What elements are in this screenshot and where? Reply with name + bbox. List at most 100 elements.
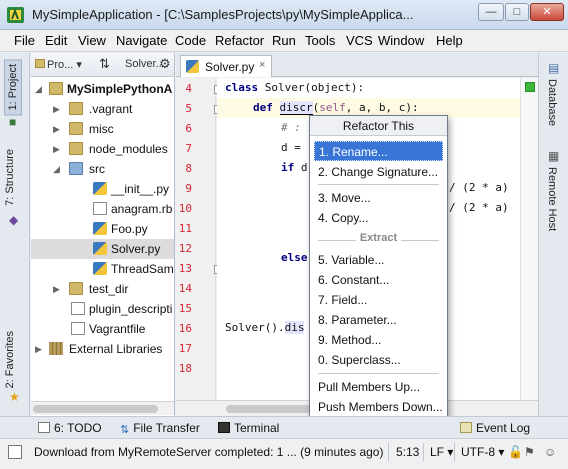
project-view-icon <box>35 59 45 68</box>
menu-refactor[interactable]: Refactor <box>215 33 264 48</box>
line-number: 9 <box>185 182 192 195</box>
menu-view[interactable]: View <box>78 33 106 48</box>
remote-host-tool-tab[interactable]: Remote Host <box>546 167 558 231</box>
pull-members-up-menu-item[interactable]: Pull Members Up... <box>314 377 443 397</box>
todo-icon <box>38 422 50 433</box>
menu-help[interactable]: Help <box>436 33 463 48</box>
tree-item-external-libraries[interactable]: ▶ External Libraries <box>31 339 174 359</box>
todo-tool-tab[interactable]: 6: TODO <box>38 421 102 435</box>
vcs-icon[interactable]: ⚑ <box>524 445 535 459</box>
tree-item-test-dir[interactable]: ▶ test_dir <box>31 279 174 299</box>
menu-file[interactable]: File <box>14 33 35 48</box>
extract-method-menu-item[interactable]: 9. Method... <box>314 330 443 350</box>
line-number: 13 <box>178 262 192 275</box>
code-text: Solver(object): <box>258 81 365 94</box>
project-horizontal-scrollbar[interactable] <box>31 401 174 415</box>
status-divider <box>388 443 389 461</box>
menu-tools[interactable]: Tools <box>305 33 335 48</box>
encoding-label: UTF-8 <box>461 445 495 459</box>
minimize-button[interactable]: — <box>478 3 504 21</box>
terminal-tool-tab[interactable]: Terminal <box>218 421 279 435</box>
collapse-arrow-icon[interactable]: ▶ <box>53 139 63 159</box>
database-icon: ▤ <box>548 61 560 75</box>
project-tool-tab[interactable]: 1: Project <box>4 59 22 116</box>
favorites-tool-tab[interactable]: 2: Favorites <box>4 331 16 388</box>
tree-item-anagram-rb[interactable]: anagram.rb <box>31 199 174 219</box>
change-signature-menu-item[interactable]: 2. Change Signature... <box>314 162 443 182</box>
menu-window[interactable]: Window <box>378 33 424 48</box>
tree-item-plugin-descriptor[interactable]: plugin_descripti <box>31 299 174 319</box>
editor-tab-solver-py[interactable]: Solver.py × <box>180 55 272 77</box>
tree-item-src[interactable]: ◢ src <box>31 159 174 179</box>
lock-icon[interactable]: 🔓 <box>508 445 523 459</box>
rename-menu-item[interactable]: 1. Rename... <box>314 141 443 161</box>
encoding-selector[interactable]: UTF-8 ▾ <box>461 445 504 459</box>
tree-item-label: plugin_descripti <box>89 302 173 316</box>
collapse-arrow-icon[interactable]: ▶ <box>53 99 63 119</box>
tree-item-project-root[interactable]: ◢ MySimplePythonA <box>31 79 174 99</box>
database-tool-tab[interactable]: Database <box>546 79 558 126</box>
collapse-arrow-icon[interactable]: ▶ <box>53 279 63 299</box>
tree-item-node-modules[interactable]: ▶ node_modules <box>31 139 174 159</box>
status-divider <box>454 443 455 461</box>
extract-field-menu-item[interactable]: 7. Field... <box>314 290 443 310</box>
extract-parameter-menu-item[interactable]: 8. Parameter... <box>314 310 443 330</box>
menu-edit[interactable]: Edit <box>45 33 67 48</box>
inspector-icon[interactable]: ☺ <box>544 445 556 459</box>
extract-constant-menu-item[interactable]: 6. Constant... <box>314 270 443 290</box>
menu-bar: File Edit View Navigate Code Refactor Ru… <box>0 30 568 52</box>
line-separator-selector[interactable]: LF ▾ <box>430 445 453 459</box>
menu-navigate[interactable]: Navigate <box>116 33 167 48</box>
editor-vertical-scrollbar[interactable] <box>520 78 538 400</box>
bottom-tool-tabs: 6: TODO ⇅ File Transfer Terminal Event Lo… <box>0 416 568 438</box>
structure-tool-tab[interactable]: 7: Structure <box>4 149 16 206</box>
file-transfer-tool-tab[interactable]: ⇅ File Transfer <box>120 421 200 436</box>
inspection-ok-icon <box>525 82 535 92</box>
menu-run[interactable]: Run <box>272 33 296 48</box>
scrollbar-thumb[interactable] <box>33 405 158 413</box>
terminal-icon <box>218 422 230 433</box>
toggle-tool-windows-icon[interactable] <box>8 445 22 459</box>
collapse-arrow-icon[interactable]: ▶ <box>53 119 63 139</box>
menu-vcs[interactable]: VCS <box>346 33 373 48</box>
collapse-arrow-icon[interactable]: ▶ <box>35 339 45 359</box>
push-members-down-menu-item[interactable]: Push Members Down... <box>314 397 443 417</box>
copy-menu-item[interactable]: 4. Copy... <box>314 208 443 228</box>
status-message[interactable]: Download from MyRemoteServer completed: … <box>34 445 384 459</box>
maximize-button[interactable]: □ <box>505 3 529 21</box>
extract-group-header: Extract <box>318 232 439 248</box>
file-transfer-icon: ⇅ <box>120 424 130 436</box>
tree-item-misc[interactable]: ▶ misc <box>31 119 174 139</box>
close-tab-icon[interactable]: × <box>259 59 265 71</box>
close-button[interactable]: ✕ <box>530 3 564 21</box>
expand-arrow-icon[interactable]: ◢ <box>53 159 63 179</box>
project-panel-toolbar: Pro... ▾ ⇅ Solver... ⚙ <box>31 53 174 77</box>
tree-item-label: node_modules <box>89 142 168 156</box>
tree-item-vagrantfile[interactable]: Vagrantfile <box>31 319 174 339</box>
tree-item-threadsample[interactable]: ThreadSamp <box>31 259 174 279</box>
move-menu-item[interactable]: 3. Move... <box>314 188 443 208</box>
menu-code[interactable]: Code <box>175 33 206 48</box>
tree-item-vagrant[interactable]: ▶ .vagrant <box>31 99 174 119</box>
code-line-11: / (2 * a) <box>449 201 509 214</box>
left-tool-stripe: 1: Project ■ 7: Structure ◆ 2: Favorites… <box>0 53 30 435</box>
tree-item-init-py[interactable]: __init__.py <box>31 179 174 199</box>
python-file-icon <box>93 222 107 235</box>
tree-item-solver-py[interactable]: Solver.py <box>31 239 174 259</box>
tree-item-label: misc <box>89 122 114 136</box>
extract-variable-menu-item[interactable]: 5. Variable... <box>314 250 443 270</box>
expand-arrow-icon[interactable]: ◢ <box>35 79 45 99</box>
tree-item-foo-py[interactable]: Foo.py <box>31 219 174 239</box>
refactor-this-popup: Refactor This 1. Rename... 2. Change Sig… <box>309 115 448 421</box>
gear-icon[interactable]: ⚙ <box>159 56 171 72</box>
folder-icon <box>69 282 83 295</box>
event-log-tool-tab[interactable]: Event Log <box>460 421 530 435</box>
scroll-from-source-icon[interactable]: ⇅ <box>99 56 110 72</box>
caret-position[interactable]: 5:13 <box>396 445 419 459</box>
method-name[interactable]: discr <box>279 101 313 115</box>
extract-superclass-menu-item[interactable]: 0. Superclass... <box>314 350 443 370</box>
view-selector-dropdown[interactable]: Pro... ▾ <box>35 58 82 71</box>
structure-icon: ◆ <box>9 213 19 227</box>
chevron-down-icon: ▾ <box>447 445 454 459</box>
window-title: MySimpleApplication - [C:\SamplesProject… <box>32 7 414 22</box>
